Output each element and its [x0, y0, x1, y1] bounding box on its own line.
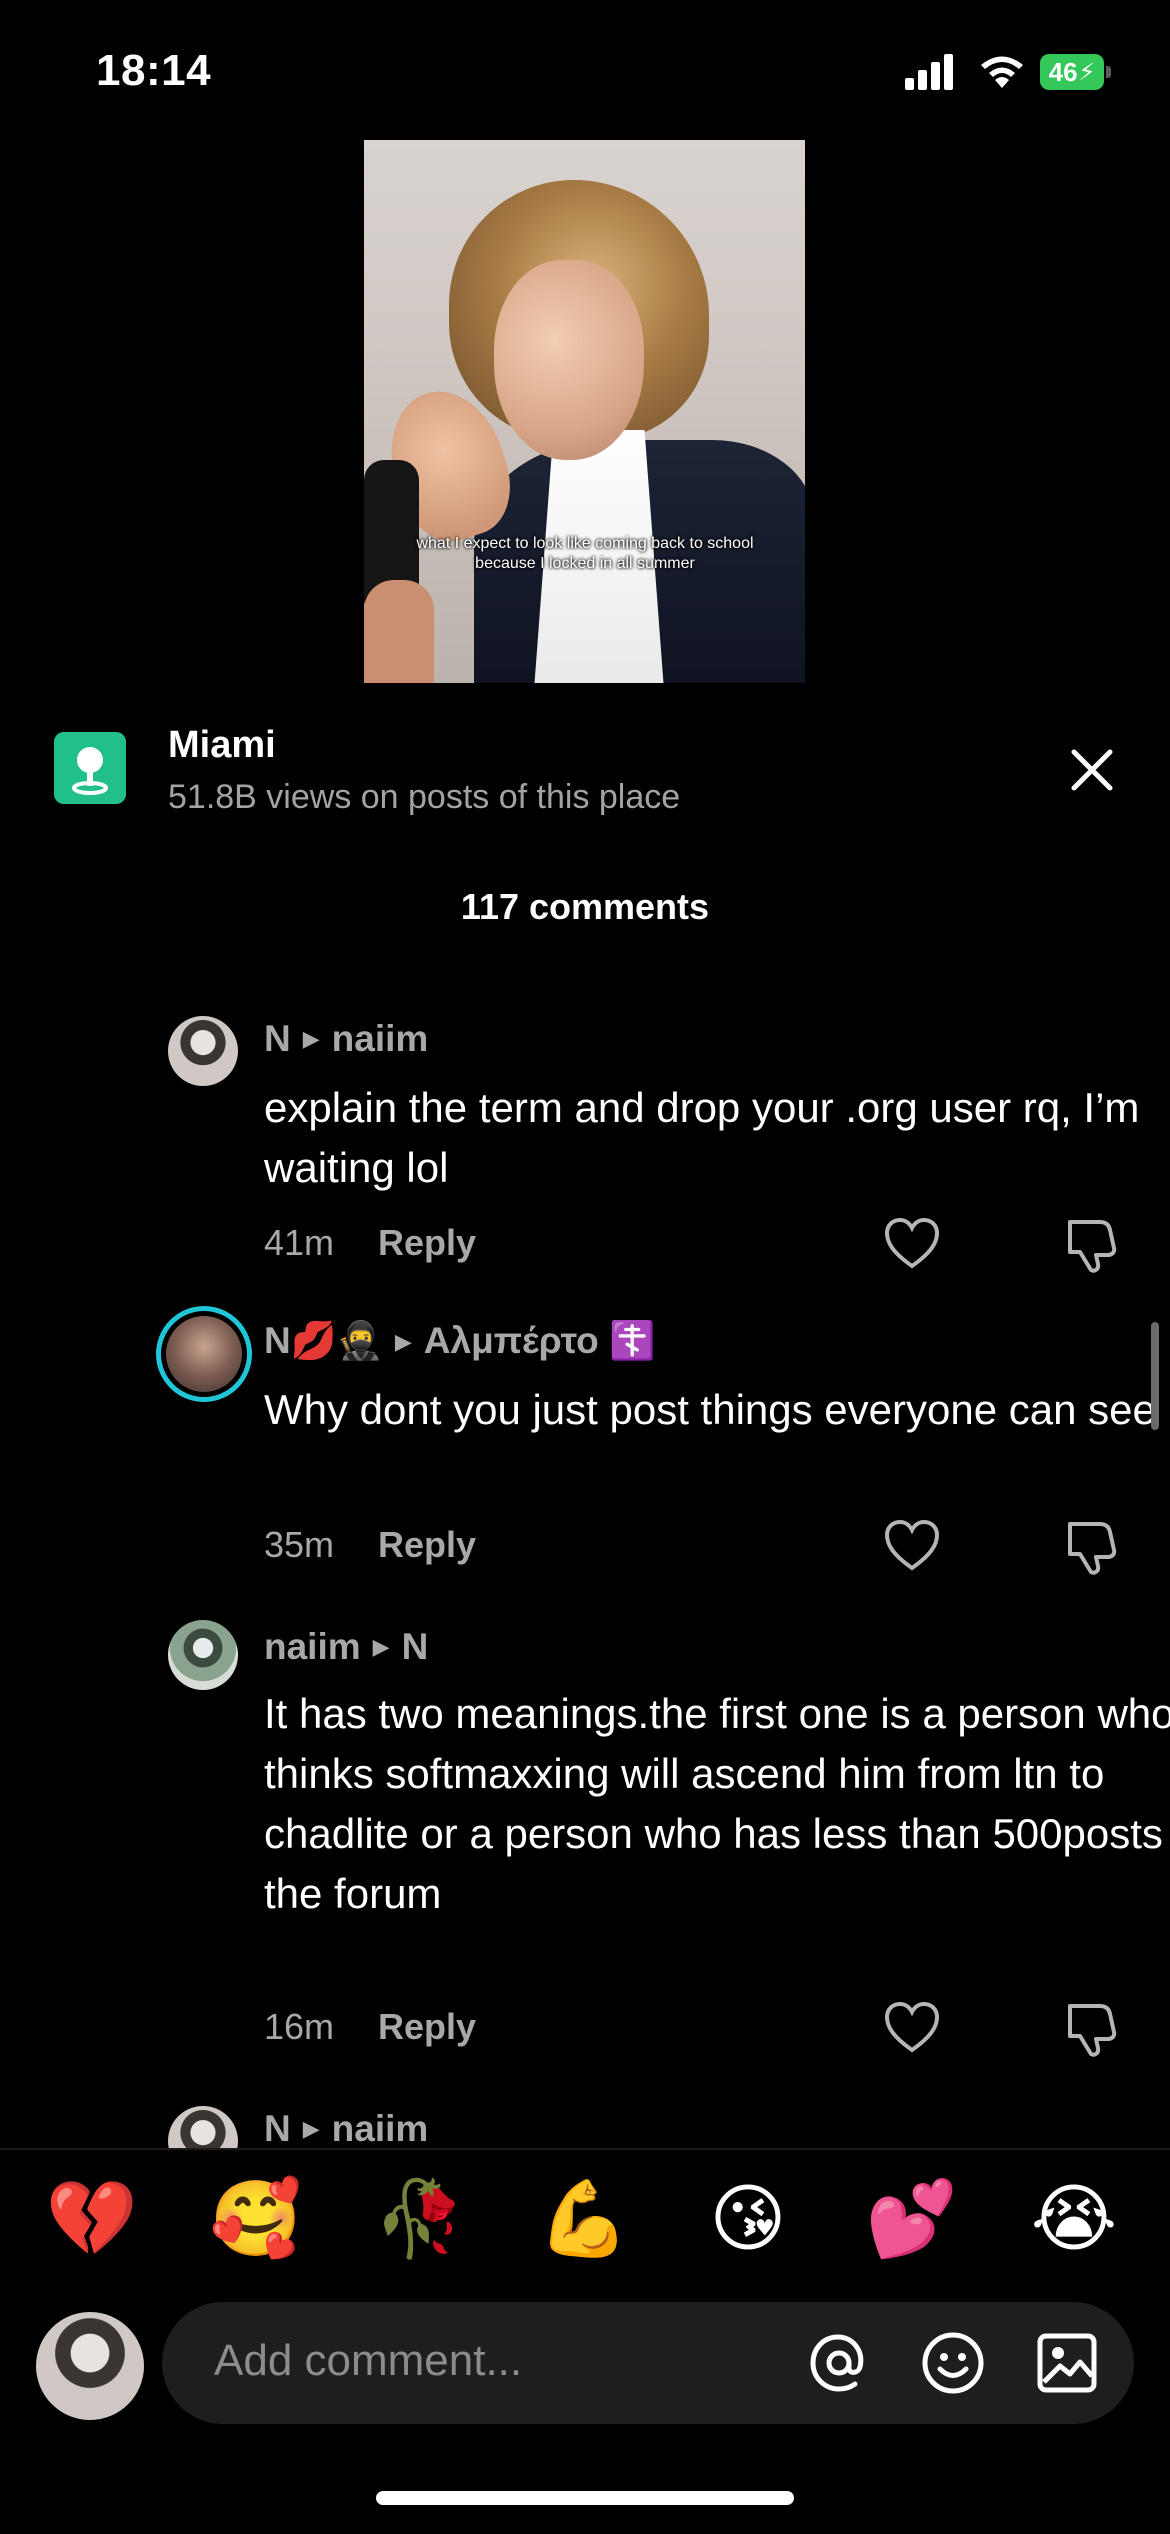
emoji-broken-heart[interactable]: 💔: [42, 2176, 142, 2263]
comment-author[interactable]: N: [264, 1018, 291, 1060]
comment-reply-to[interactable]: naiim: [332, 1018, 429, 1060]
comment-text: explain the term and drop your .org user…: [264, 1084, 1140, 1191]
location-name[interactable]: Miami: [168, 724, 276, 767]
location-subtitle: 51.8B views on posts of this place: [168, 778, 681, 816]
reply-arrow-icon: ▶: [302, 1026, 320, 1051]
comment-reply-to[interactable]: Αλμπέρτο ☦️: [424, 1320, 655, 1363]
reply-button[interactable]: Reply: [378, 1524, 476, 1566]
heart-icon[interactable]: [882, 1516, 942, 1576]
location-pin-icon: [54, 732, 126, 804]
emoji-wilted-rose[interactable]: 🥀: [370, 2176, 470, 2263]
comment-reply-to[interactable]: N: [402, 1626, 429, 1668]
comment-meta: 41m Reply: [264, 1222, 476, 1264]
my-avatar[interactable]: [36, 2312, 144, 2420]
emoji-crying[interactable]: 😭: [1024, 2176, 1124, 2262]
comment-time: 41m: [264, 1222, 335, 1263]
heart-icon[interactable]: [882, 1214, 942, 1274]
comment-header: N ▶ naiim: [264, 2108, 428, 2150]
comment-time: 35m: [264, 1524, 335, 1565]
reply-arrow-icon: ▶: [302, 2116, 320, 2141]
avatar[interactable]: [168, 1620, 238, 1690]
comment-meta: 16m Reply: [264, 2006, 476, 2048]
comment-author[interactable]: N: [264, 2108, 291, 2150]
battery-indicator: 46 ⚡: [1040, 54, 1112, 90]
avatar[interactable]: [168, 1016, 238, 1086]
dislike-icon[interactable]: [1062, 1998, 1122, 2058]
reply-button[interactable]: Reply: [378, 2006, 476, 2048]
reply-arrow-icon: ▶: [394, 1328, 412, 1354]
comments-count: 117 comments: [460, 886, 710, 927]
scrollbar[interactable]: [1151, 1322, 1159, 1430]
comment-meta: 35m Reply: [264, 1524, 476, 1566]
reply-button[interactable]: Reply: [378, 1222, 476, 1264]
home-indicator[interactable]: [376, 2491, 794, 2505]
video-thumbnail[interactable]: what I expect to look like coming back t…: [364, 140, 805, 683]
comment-time: 16m: [264, 2006, 335, 2047]
status-time: 18:14: [96, 46, 212, 95]
comment-input-placeholder: Add comment...: [214, 2336, 523, 2385]
emoji-smiling-hearts[interactable]: 🥰: [206, 2176, 306, 2263]
video-caption: what I expect to look like coming back t…: [416, 535, 754, 572]
battery-level: 46: [1048, 56, 1078, 87]
heart-icon[interactable]: [882, 1998, 942, 2058]
charging-icon: ⚡: [1078, 58, 1096, 86]
dislike-icon[interactable]: [1062, 1214, 1122, 1274]
avatar[interactable]: [156, 1306, 252, 1402]
comment-header: N💋🥷 ▶ Αλμπέρτο ☦️: [264, 1320, 655, 1363]
reply-arrow-icon: ▶: [372, 1634, 390, 1659]
emoji-flexed-biceps[interactable]: 💪: [534, 2176, 634, 2263]
close-icon[interactable]: [1064, 742, 1120, 798]
dislike-icon[interactable]: [1062, 1516, 1122, 1576]
comment-text: It has two meanings.the first one is a p…: [264, 1690, 1170, 1917]
wifi-icon: [981, 56, 1023, 88]
emoji-kiss[interactable]: 😘: [698, 2176, 798, 2262]
comment-author[interactable]: naiim: [264, 1626, 361, 1668]
comment-author[interactable]: N💋🥷: [264, 1320, 383, 1363]
comment-header: naiim ▶ N: [264, 1626, 428, 1668]
comment-text: Why dont you just post things everyone c…: [264, 1386, 1156, 1433]
image-attach-icon[interactable]: [1036, 2332, 1098, 2394]
mention-icon[interactable]: [806, 2330, 872, 2396]
comment-header: N ▶ naiim: [264, 1018, 428, 1060]
cellular-signal-icon: [905, 54, 953, 90]
emoji-picker-icon[interactable]: [920, 2330, 986, 2396]
emoji-two-hearts[interactable]: 💕: [862, 2176, 962, 2263]
comment-reply-to[interactable]: naiim: [332, 2108, 429, 2150]
